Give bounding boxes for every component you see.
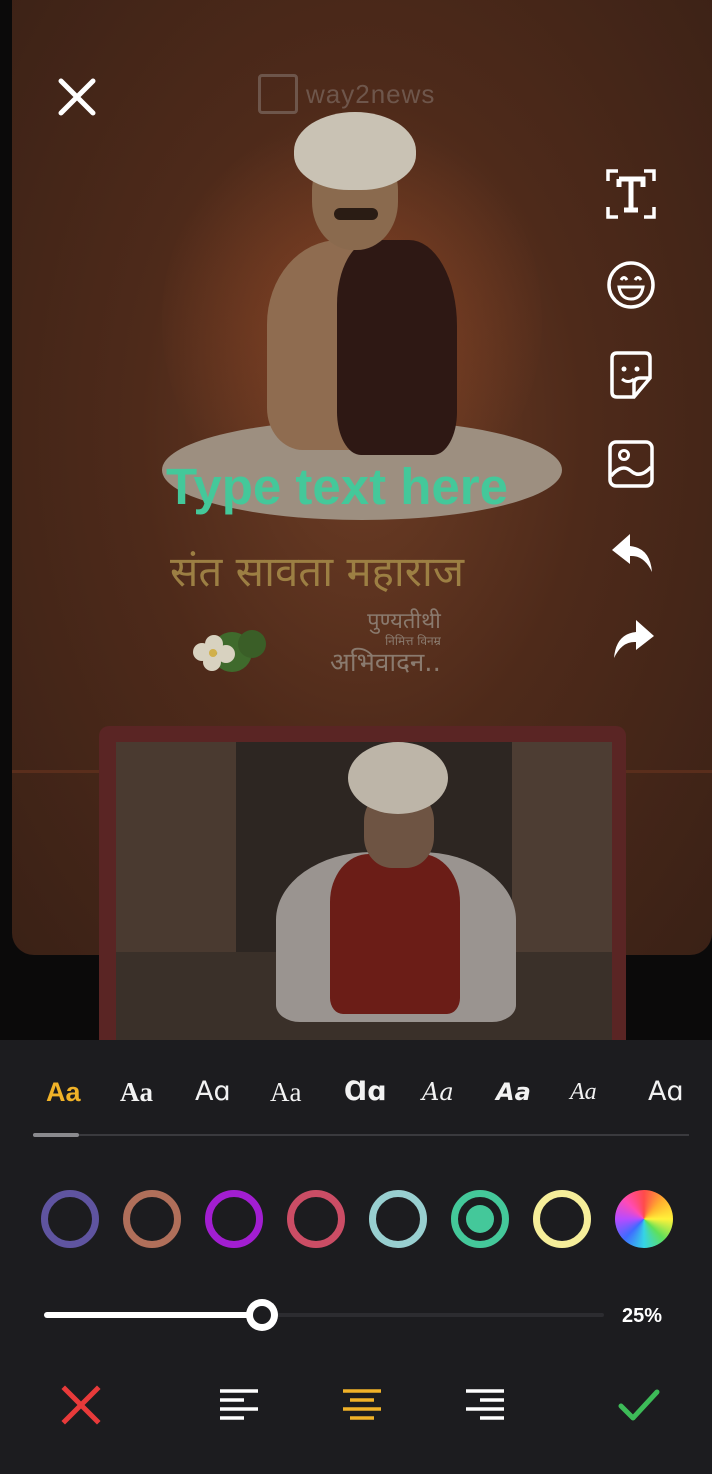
redo-button[interactable]	[606, 614, 660, 668]
font-option[interactable]: Ɑɑ	[344, 1066, 387, 1118]
color-swatch-purple-blue[interactable]	[41, 1190, 99, 1248]
text-tool-button[interactable]	[604, 167, 658, 221]
undo-icon	[612, 534, 652, 572]
font-scroll-thumb[interactable]	[33, 1133, 79, 1137]
poster-title: संत सावता महाराज	[170, 547, 464, 596]
saint-turban	[294, 112, 416, 190]
poster-subtitle-line2: निमित्त विनम्र	[385, 634, 441, 648]
font-picker[interactable]: Aa Aa Aɑ Aa Ɑɑ Aa Aa Aa Aɑ	[30, 1066, 700, 1118]
align-left-icon	[220, 1389, 258, 1420]
align-left-button[interactable]	[214, 1380, 264, 1430]
poster-subtitle: पुण्यतीथी निमित्त विनम्र अभिवादन..	[330, 609, 441, 679]
user-photo[interactable]	[116, 742, 612, 1040]
selected-color-dot	[466, 1205, 494, 1233]
align-center-icon	[343, 1389, 381, 1420]
font-option[interactable]: Aa	[46, 1066, 81, 1118]
size-slider-thumb[interactable]	[246, 1299, 278, 1331]
font-option[interactable]: Aa	[270, 1066, 301, 1118]
align-right-icon	[466, 1389, 504, 1420]
color-wheel-icon[interactable]	[615, 1190, 673, 1248]
image-tool-button[interactable]	[604, 437, 658, 491]
align-center-button[interactable]	[337, 1380, 387, 1430]
sticker-icon	[610, 351, 652, 399]
undo-button[interactable]	[606, 528, 660, 582]
color-swatch-pale-yellow[interactable]	[533, 1190, 591, 1248]
cross-icon	[61, 1385, 101, 1425]
emoji-tool-button[interactable]	[604, 258, 658, 312]
poster-subtitle-line1: पुण्यतीथी	[367, 609, 441, 634]
font-option[interactable]: Aa	[496, 1066, 531, 1118]
text-frame-icon	[606, 169, 656, 219]
color-swatch-rose[interactable]	[287, 1190, 345, 1248]
color-swatch-light-teal[interactable]	[369, 1190, 427, 1248]
sticker-tool-button[interactable]	[604, 348, 658, 402]
color-swatch-terracotta[interactable]	[123, 1190, 181, 1248]
color-swatch-green-selected[interactable]	[451, 1190, 509, 1248]
smiley-icon	[607, 261, 655, 309]
cancel-button[interactable]	[56, 1380, 106, 1430]
person-turban	[348, 742, 448, 814]
close-icon[interactable]	[52, 72, 102, 122]
flower-decoration-icon	[193, 630, 266, 672]
redo-icon	[614, 620, 654, 658]
saint-moustache	[334, 208, 378, 220]
poster-divider	[622, 770, 712, 773]
align-right-button[interactable]	[460, 1380, 510, 1430]
color-swatch-violet[interactable]	[205, 1190, 263, 1248]
saint-shawl	[337, 240, 457, 455]
watermark-text: way2news	[306, 78, 436, 109]
font-option[interactable]: Aa	[422, 1066, 454, 1118]
person-vest	[330, 854, 460, 1014]
size-slider-value: 25%	[622, 1305, 663, 1327]
font-option[interactable]: Aa	[570, 1066, 597, 1118]
watermark: way2news	[258, 74, 435, 114]
editor-canvas: way2news संत सावता महाराज पुण्यतीथी निमि…	[0, 0, 712, 1040]
font-scroll-track	[33, 1134, 689, 1136]
check-icon	[618, 1389, 660, 1421]
size-slider-fill	[44, 1312, 262, 1318]
poster-subtitle-line3: अभिवादन..	[330, 648, 441, 678]
image-icon	[608, 440, 654, 488]
watermark-logo-icon	[258, 74, 298, 114]
font-option[interactable]: Aa	[120, 1066, 153, 1118]
font-option[interactable]: Aɑ	[195, 1066, 231, 1118]
text-input-placeholder[interactable]: Type text here	[166, 455, 508, 519]
confirm-button[interactable]	[614, 1380, 664, 1430]
font-option[interactable]: Aɑ	[648, 1066, 684, 1118]
